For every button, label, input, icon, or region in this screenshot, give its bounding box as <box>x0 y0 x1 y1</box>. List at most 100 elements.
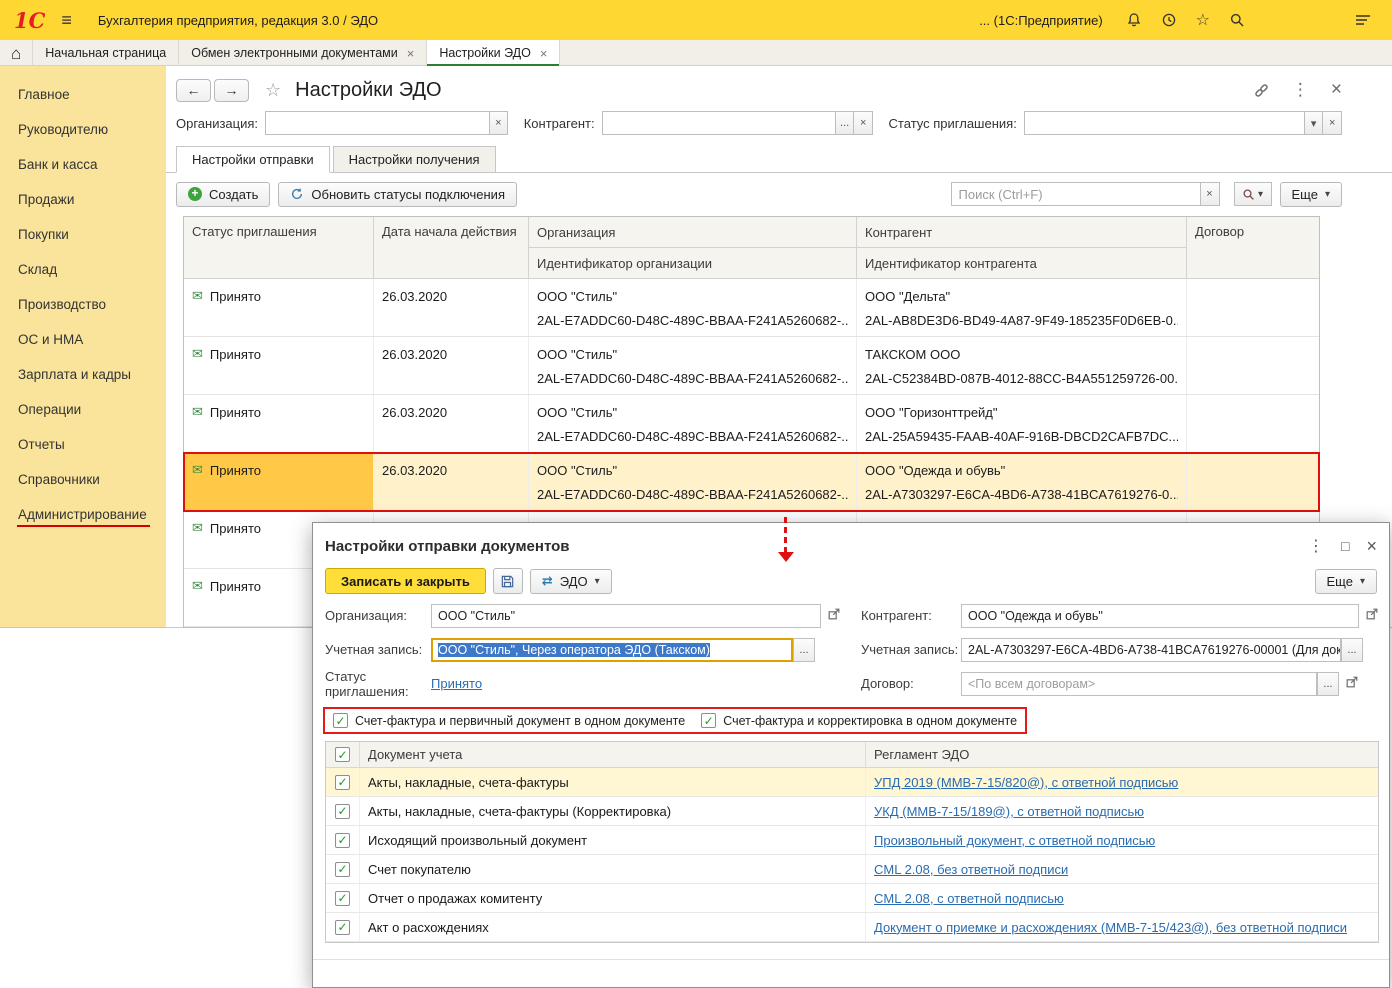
main-menu-burger-icon[interactable]: ≡ <box>61 10 72 31</box>
column-header-org-id[interactable]: Идентификатор организации <box>529 248 857 279</box>
table-row[interactable]: ✉Принято 26.03.2020 ООО "Стиль"2AL-E7ADD… <box>184 337 1319 395</box>
save-button[interactable] <box>493 568 523 594</box>
dialog-kebab-icon[interactable]: ⋮ <box>1308 536 1324 556</box>
open-contract-icon[interactable] <box>1345 675 1359 689</box>
sidebar-item-rukovoditelyu[interactable]: Руководителю <box>0 112 166 147</box>
favorite-star-icon[interactable]: ☆ <box>265 80 281 101</box>
close-tab-icon[interactable]: × <box>540 46 548 61</box>
close-dialog-icon[interactable]: × <box>1366 536 1377 557</box>
documents-row-current[interactable]: ✓ Акты, накладные, счета-фактуры УПД 201… <box>326 768 1378 797</box>
cp-account-ellipsis-button[interactable]: ... <box>1341 638 1363 662</box>
cp-filter-input[interactable] <box>602 111 836 135</box>
account-ellipsis-button[interactable]: ... <box>793 638 815 662</box>
sidebar-item-bank-i-kassa[interactable]: Банк и касса <box>0 147 166 182</box>
tab-send-settings[interactable]: Настройки отправки <box>176 146 330 173</box>
cp-field[interactable]: ООО "Одежда и обувь" <box>961 604 1359 628</box>
table-row[interactable]: ✉Принято 26.03.2020 ООО "Стиль"2AL-E7ADD… <box>184 279 1319 337</box>
tab-edo-settings[interactable]: Настройки ЭДО × <box>427 40 560 66</box>
cp-filter-clear-button[interactable]: × <box>854 111 873 135</box>
sidebar-item-spravochniki[interactable]: Справочники <box>0 462 166 497</box>
column-header-doc[interactable]: Документ учета <box>360 742 866 767</box>
column-header-status[interactable]: Статус приглашения <box>184 217 374 279</box>
documents-row[interactable]: ✓ Исходящий произвольный документ Произв… <box>326 826 1378 855</box>
column-header-org[interactable]: Организация <box>529 217 857 248</box>
sidebar-item-glavnoe[interactable]: Главное <box>0 77 166 112</box>
status-filter-clear-button[interactable]: × <box>1323 111 1342 135</box>
documents-row[interactable]: ✓ Акт о расхождениях Документ о приемке … <box>326 913 1378 942</box>
notifications-bell-icon[interactable] <box>1126 12 1142 28</box>
more-button[interactable]: Еще ▾ <box>1280 182 1342 207</box>
sidebar-item-sklad[interactable]: Склад <box>0 252 166 287</box>
global-search-icon[interactable] <box>1229 12 1245 28</box>
sidebar-item-proizvodstvo[interactable]: Производство <box>0 287 166 322</box>
create-button[interactable]: + Создать <box>176 182 270 207</box>
tab-home-page[interactable]: Начальная страница <box>33 40 179 66</box>
sidebar-item-operatsii[interactable]: Операции <box>0 392 166 427</box>
tab-receive-settings[interactable]: Настройки получения <box>333 146 496 173</box>
favorites-star-icon[interactable]: ☆ <box>1196 10 1210 30</box>
documents-row[interactable]: ✓ Отчет о продажах комитенту CML 2.08, с… <box>326 884 1378 913</box>
back-button[interactable]: ← <box>176 79 211 102</box>
column-header-contract[interactable]: Договор <box>1187 217 1319 279</box>
cp-account-field[interactable]: 2AL-A7303297-E6CA-4BD6-A738-41BCA7619276… <box>961 638 1341 662</box>
save-and-close-button[interactable]: Записать и закрыть <box>325 568 486 594</box>
search-clear-button[interactable]: × <box>1201 182 1220 206</box>
tab-edo-exchange[interactable]: Обмен электронными документами × <box>179 40 427 66</box>
regulation-link[interactable]: CML 2.08, без ответной подписи <box>874 862 1068 877</box>
sidebar-item-zarplata-i-kadry[interactable]: Зарплата и кадры <box>0 357 166 392</box>
org-filter-input[interactable] <box>265 111 490 135</box>
cp-filter-ellipsis-button[interactable]: ... <box>836 111 855 135</box>
row-chec kbox[interactable]: ✓ <box>335 920 350 935</box>
status-filter-dropdown-button[interactable]: ▾ <box>1305 111 1324 135</box>
row-checkbox[interactable]: ✓ <box>335 804 350 819</box>
search-input[interactable] <box>951 182 1201 206</box>
select-all-checkbox[interactable]: ✓ <box>326 742 360 767</box>
search-options-button[interactable]: ▾ <box>1234 182 1272 206</box>
row-checkbox[interactable]: ✓ <box>335 891 350 906</box>
regulation-link[interactable]: УКД (ММВ-7-15/189@), с ответной подписью <box>874 804 1144 819</box>
regulation-link[interactable]: Произвольный документ, с ответной подпис… <box>874 833 1155 848</box>
column-header-cp-id[interactable]: Идентификатор контрагента <box>857 248 1187 279</box>
sidebar-item-otchety[interactable]: Отчеты <box>0 427 166 462</box>
regulation-link[interactable]: CML 2.08, с ответной подписью <box>874 891 1064 906</box>
sidebar-item-pokupki[interactable]: Покупки <box>0 217 166 252</box>
service-menu-icon[interactable] <box>1354 13 1372 27</box>
regulation-link[interactable]: УПД 2019 (ММВ-7-15/820@), с ответной под… <box>874 775 1178 790</box>
more-menu-kebab-icon[interactable]: ⋮ <box>1292 80 1309 100</box>
sidebar-item-os-i-nma[interactable]: ОС и НМА <box>0 322 166 357</box>
edo-menu-button[interactable]: ⇄ ЭДО ▾ <box>530 569 612 594</box>
contract-field[interactable]: <По всем договорам> <box>961 672 1317 696</box>
dialog-more-button[interactable]: Еще ▾ <box>1315 569 1377 594</box>
account-field[interactable]: ООО "Стиль", Через оператора ЭДО (Такско… <box>431 638 793 662</box>
home-button[interactable]: ⌂ <box>0 40 33 66</box>
checkbox-invoice-primary-single-doc[interactable]: ✓ Счет-фактура и первичный документ в од… <box>333 713 685 728</box>
sidebar-item-prodazhi[interactable]: Продажи <box>0 182 166 217</box>
column-header-reg[interactable]: Регламент ЭДО <box>866 742 1378 767</box>
get-link-icon[interactable] <box>1253 82 1270 99</box>
row-checkbox[interactable]: ✓ <box>335 775 350 790</box>
row-checkbox[interactable]: ✓ <box>335 862 350 877</box>
history-icon[interactable] <box>1161 12 1177 28</box>
table-row[interactable]: ✉Принято 26.03.2020 ООО "Стиль"2AL-E7ADD… <box>184 395 1319 453</box>
documents-row[interactable]: ✓ Счет покупателю CML 2.08, без ответной… <box>326 855 1378 884</box>
annotation-red-underline-administration <box>17 525 150 527</box>
close-tab-icon[interactable]: × <box>407 46 415 61</box>
invitation-status-link[interactable]: Принято <box>431 676 482 691</box>
org-field[interactable]: ООО "Стиль" <box>431 604 821 628</box>
forward-button[interactable]: → <box>214 79 249 102</box>
refresh-statuses-button[interactable]: Обновить статусы подключения <box>278 182 517 207</box>
status-filter-input[interactable] <box>1024 111 1305 135</box>
column-header-date[interactable]: Дата начала действия <box>374 217 529 279</box>
close-page-icon[interactable]: × <box>1331 79 1342 101</box>
open-cp-icon[interactable] <box>1365 607 1379 621</box>
table-row-selected[interactable]: ✉Принято 26.03.2020 ООО "Стиль"2AL-E7ADD… <box>184 453 1319 511</box>
documents-row[interactable]: ✓ Акты, накладные, счета-фактуры (Коррек… <box>326 797 1378 826</box>
checkbox-invoice-correction-single-doc[interactable]: ✓ Счет-фактура и корректировка в одном д… <box>701 713 1017 728</box>
contract-ellipsis-button[interactable]: ... <box>1317 672 1339 696</box>
column-header-cp[interactable]: Контрагент <box>857 217 1187 248</box>
row-checkbox[interactable]: ✓ <box>335 833 350 848</box>
regulation-link[interactable]: Документ о приемке и расхождениях (ММВ-7… <box>874 920 1347 935</box>
org-filter-clear-button[interactable]: × <box>490 111 509 135</box>
open-org-icon[interactable] <box>827 607 841 621</box>
maximize-icon[interactable]: □ <box>1341 538 1349 554</box>
